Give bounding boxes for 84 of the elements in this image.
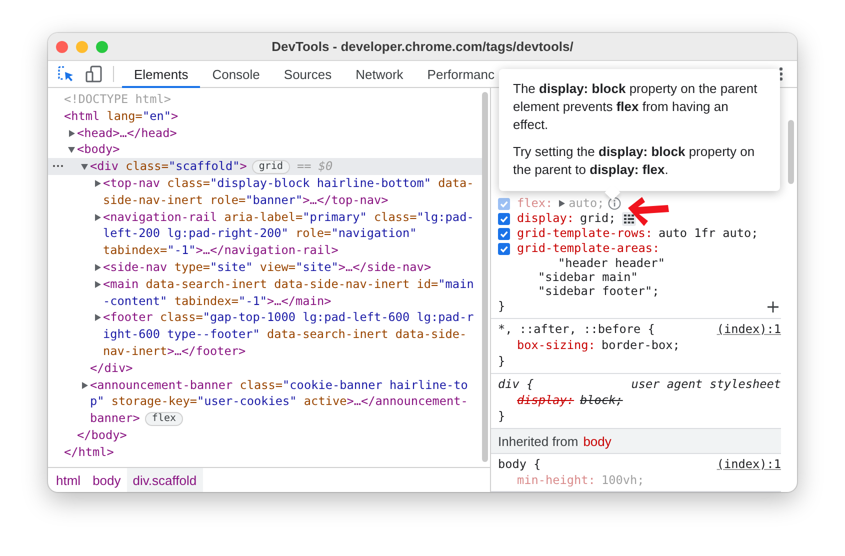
property-value: 100vh; xyxy=(601,473,644,488)
element-tag[interactable]: <main data-search-inert data-side-nav-inert id="main xyxy=(103,276,474,293)
property-value: auto 1fr auto; xyxy=(658,226,758,241)
property-value: "header header" xyxy=(558,256,665,270)
property-checkbox[interactable] xyxy=(498,198,510,210)
triangle-icon[interactable] xyxy=(558,200,565,207)
element-tag[interactable]: <html lang="en"> xyxy=(64,108,178,125)
element-tag[interactable]: <footer class="gap-top-1000 lg:pad-left-600 lg:pad-r xyxy=(103,309,474,326)
closing-tag: </html> xyxy=(64,444,114,461)
element-tag[interactable]: <head>…</head> xyxy=(77,124,177,142)
breadcrumb[interactable]: body xyxy=(86,468,127,492)
property-name: flex: xyxy=(517,196,553,211)
triangle-icon[interactable] xyxy=(81,163,88,170)
breadcrumb[interactable]: div.scaffold xyxy=(126,468,203,492)
add-rule-icon[interactable] xyxy=(767,300,779,312)
tooltip-text: The display: block property on the parent element prevents flex from having an effect. xyxy=(513,80,758,134)
element-tag[interactable]: <top-nav class="display-block hairline-bottom" data- xyxy=(103,174,474,192)
inherited-element-link[interactable]: body xyxy=(583,434,612,448)
css-selector: *, ::after, ::before { xyxy=(498,321,655,338)
inherited-label: Inherited from xyxy=(498,434,578,448)
layout-badge[interactable]: grid xyxy=(252,160,290,174)
property-value: border-box; xyxy=(601,338,680,353)
triangle-icon[interactable] xyxy=(94,314,101,322)
triangle-icon[interactable] xyxy=(81,382,88,389)
element-tag[interactable]: p" storage-key="user-cookies" active>…</announcement- xyxy=(90,393,468,410)
source-link[interactable]: (index):1 xyxy=(716,321,781,338)
property-checkbox[interactable] xyxy=(498,228,510,240)
property-value: block; xyxy=(580,393,623,408)
element-tag[interactable]: side-nav-inert role="banner">…</top-nav> xyxy=(103,192,388,209)
panel-tab[interactable]: Performanc xyxy=(415,62,506,88)
panel-tab[interactable]: Sources xyxy=(272,62,344,88)
property-checkbox[interactable] xyxy=(498,212,510,224)
triangle-icon[interactable] xyxy=(94,180,101,187)
stylesheet-origin: user agent stylesheet xyxy=(631,376,781,393)
property-name: display: xyxy=(517,393,574,408)
source-link[interactable]: (index):1 xyxy=(716,456,781,473)
property-checkbox[interactable] xyxy=(498,242,510,254)
element-tag[interactable]: <side-nav type="site" view="site">…</side-nav> xyxy=(103,258,432,276)
panel-tab[interactable]: Elements xyxy=(122,62,200,88)
triangle-icon[interactable] xyxy=(94,214,101,221)
closing-brace: } xyxy=(498,408,506,425)
element-tag[interactable]: left-200 lg:pad-right-200" role="navigation" xyxy=(103,225,417,242)
closing-brace: } xyxy=(498,353,506,370)
selected-element-marker: == $0 xyxy=(297,158,333,175)
layout-badge[interactable]: flex xyxy=(144,412,184,426)
property-name: grid-template-areas: xyxy=(517,241,660,256)
triangle-icon[interactable] xyxy=(68,130,75,137)
closing-tag: </body> xyxy=(77,426,127,444)
element-tag[interactable]: nav-inert>…</footer> xyxy=(103,342,246,360)
device-toolbar-icon[interactable] xyxy=(85,65,103,83)
inspect-element-icon[interactable] xyxy=(57,65,75,83)
element-tag[interactable]: -content" tabindex="-1">…</main> xyxy=(103,292,332,310)
element-tag[interactable]: tabindex="-1">…</navigation-rail> xyxy=(103,242,338,259)
element-tag[interactable]: <div class="scaffold"> xyxy=(90,158,247,175)
css-selector: body { xyxy=(498,456,541,473)
property-name: grid-template-rows: xyxy=(517,226,652,241)
breadcrumb[interactable]: html xyxy=(50,468,87,492)
closing-brace: } xyxy=(498,298,506,315)
property-name: display: xyxy=(517,211,574,226)
element-tag[interactable]: ight-600 type--footer" data-search-inert data-side- xyxy=(103,326,467,343)
more-dots-icon[interactable] xyxy=(53,165,63,168)
panel-tab[interactable]: Console xyxy=(200,62,272,88)
property-name: min-height: xyxy=(517,473,596,488)
property-value: "sidebar footer"; xyxy=(538,284,660,298)
element-tag[interactable]: banner> xyxy=(90,410,140,427)
property-name: box-sizing: xyxy=(517,338,596,353)
element-tag[interactable]: <body> xyxy=(77,141,120,158)
property-value: "sidebar main" xyxy=(538,270,638,284)
element-tag[interactable]: <announcement-banner class="cookie-banner hairline-to xyxy=(90,376,468,394)
closing-tag: </div> xyxy=(90,360,133,377)
triangle-icon[interactable] xyxy=(94,264,101,271)
triangle-icon[interactable] xyxy=(68,146,75,154)
close-button[interactable] xyxy=(56,40,68,52)
info-icon[interactable] xyxy=(608,197,622,210)
triangle-icon[interactable] xyxy=(94,280,101,288)
property-value: auto; xyxy=(568,196,604,211)
property-value: grid; xyxy=(580,211,616,226)
more-options-icon[interactable] xyxy=(779,67,783,81)
element-tag[interactable]: <navigation-rail aria-label="primary" class="lg:pad- xyxy=(103,208,474,226)
grid-editor-icon[interactable] xyxy=(622,212,636,226)
window-title: DevTools - developer.chrome.com/tags/devtools/ xyxy=(272,39,574,54)
css-selector: div { xyxy=(498,376,534,393)
tooltip-text: Try setting the display: block property on the parent to display: flex. xyxy=(513,143,756,179)
panel-tab[interactable]: Network xyxy=(344,62,416,88)
